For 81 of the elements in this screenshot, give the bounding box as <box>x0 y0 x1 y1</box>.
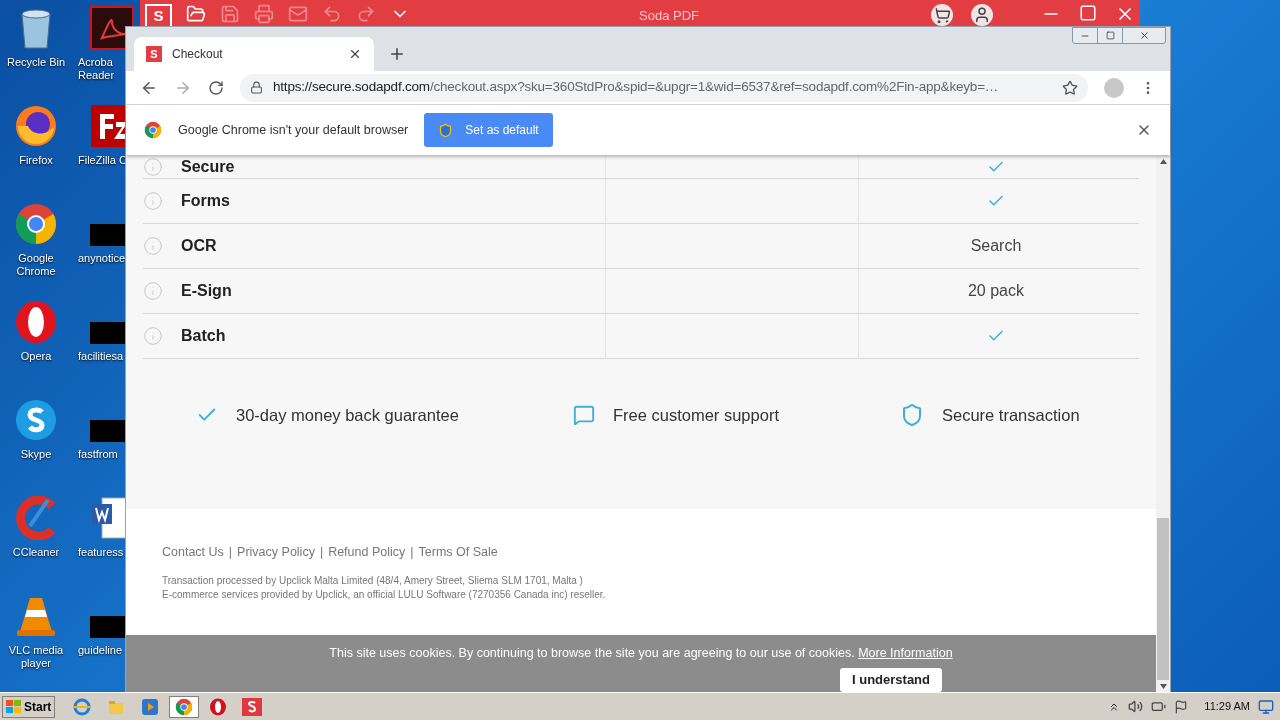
separator: | <box>319 544 324 561</box>
desktop-icon-label[interactable]: Firefox <box>19 154 53 167</box>
shield-icon <box>438 122 454 138</box>
chrome-icon <box>175 697 194 716</box>
show-desktop-icon[interactable] <box>1258 698 1274 715</box>
cart-icon[interactable] <box>931 4 953 26</box>
browser-tab[interactable]: S Checkout <box>134 37 374 71</box>
guarantee-text: Secure transaction <box>942 405 1080 426</box>
reload-icon[interactable] <box>208 79 224 96</box>
feature-name: Secure <box>181 156 236 177</box>
separator: | <box>228 544 233 561</box>
opera-icon <box>14 300 58 344</box>
scrollbar[interactable] <box>1156 155 1170 692</box>
scrollbar-thumb[interactable] <box>1157 518 1169 680</box>
app-title: Soda PDF <box>639 7 699 25</box>
footer-link[interactable]: Privacy Policy <box>237 543 315 562</box>
more-information-link[interactable]: More Information <box>858 646 953 660</box>
desktop-icon-label[interactable]: Acroba Reader <box>78 56 115 82</box>
desktop-icon-label[interactable]: fastfrom <box>78 448 118 461</box>
battery-icon[interactable] <box>1151 699 1167 714</box>
desktop-icon-label[interactable]: featuress <box>78 546 124 559</box>
ccleaner-icon <box>14 496 58 540</box>
restore-icon[interactable] <box>1105 31 1115 40</box>
lock-icon <box>250 81 263 94</box>
windows-logo-icon <box>6 699 22 714</box>
desktop-icon-label[interactable]: Google Chrome <box>16 252 56 278</box>
cookie-message: This site uses cookies. By continuing to browse the site you are agreeing to our use of cookies. More Information <box>329 645 953 662</box>
guarantee-text: 30-day money back guarantee <box>236 405 459 426</box>
footer-link[interactable]: Contact Us <box>162 543 224 562</box>
open-folder-icon[interactable] <box>186 4 206 24</box>
desktop-icon-label[interactable]: VLC media player <box>8 644 64 670</box>
desktop-icon-label[interactable]: anynotice <box>78 252 126 265</box>
set-default-button[interactable]: Set as default <box>424 113 553 147</box>
play-icon <box>141 697 160 716</box>
legal-text: Transaction processed by Upclick Malta Limited (48/4, Amery Street, Sliema SLM 1701, Malta ) <box>162 573 584 588</box>
acrobat-icon <box>90 6 134 50</box>
feature-value: Search <box>970 236 1022 256</box>
chat-icon <box>573 404 595 427</box>
separator: | <box>410 544 414 561</box>
chrome-icon <box>144 121 162 139</box>
shield-icon <box>900 403 924 428</box>
footer-link[interactable]: Terms Of Sale <box>418 543 498 562</box>
desktop-icon-label[interactable]: Opera <box>20 350 52 363</box>
footer-link[interactable]: Refund Policy <box>328 543 406 562</box>
user-icon[interactable] <box>971 4 993 26</box>
desktop-icon-label[interactable]: Skype <box>20 448 52 461</box>
close-icon[interactable] <box>1138 30 1150 41</box>
scroll-down-icon[interactable] <box>1159 683 1167 689</box>
close-icon[interactable] <box>348 47 362 61</box>
tab-title: Checkout <box>172 46 224 63</box>
maximize-icon[interactable] <box>1079 4 1097 22</box>
infobar-message: Google Chrome isn't your default browser <box>178 121 409 139</box>
desktop-icon-label[interactable]: guideline <box>78 644 123 657</box>
feature-value: 20 pack <box>967 281 1024 301</box>
soda-logo-icon <box>242 697 263 716</box>
address-bar[interactable]: https://secure.sodapdf.com/checkout.aspx?sku=360StdPro&spid=&upgr=1&wid=6537&ref=sodapdf.com%2Fin-app&keyb=… <box>240 73 1088 102</box>
firefox-icon <box>14 104 58 148</box>
bookmark-star-icon[interactable] <box>1062 79 1078 96</box>
scroll-up-icon[interactable] <box>1159 158 1167 164</box>
favicon: S <box>146 46 162 62</box>
desktop-icon-label[interactable]: Recycle Bin <box>6 56 66 69</box>
understand-button[interactable]: I understand <box>840 667 942 692</box>
guarantee-text: Free customer support <box>613 405 779 426</box>
globe-icon <box>73 697 92 716</box>
chrome-icon <box>14 202 58 246</box>
new-tab-icon[interactable] <box>388 45 406 63</box>
desktop-icon-label[interactable]: facilitiesa <box>78 350 124 363</box>
start-button[interactable]: Start <box>2 695 56 718</box>
clock[interactable]: 11:29 AM <box>1204 698 1250 715</box>
flag-icon[interactable] <box>1174 699 1189 714</box>
opera-icon <box>209 697 228 716</box>
legal-text: E-commerce services provided by Upclick, an official LULU Software (7270356 Canada inc) reseller. <box>162 587 607 602</box>
volume-icon[interactable] <box>1128 699 1144 714</box>
feature-name: Batch <box>181 326 227 346</box>
feature-name: Forms <box>181 191 231 211</box>
taskbar-app[interactable] <box>169 695 200 718</box>
feature-name: OCR <box>181 236 218 256</box>
skype-icon <box>14 398 58 442</box>
desktop-icon-label[interactable]: CCleaner <box>12 546 60 559</box>
feature-name: E-Sign <box>181 281 233 301</box>
url-text: https://secure.sodapdf.com/checkout.aspx?sku=360StdPro&spid=&upgr=1&wid=6537&ref=sodapdf.com%2Fin-app&keyb=… <box>273 78 1000 97</box>
